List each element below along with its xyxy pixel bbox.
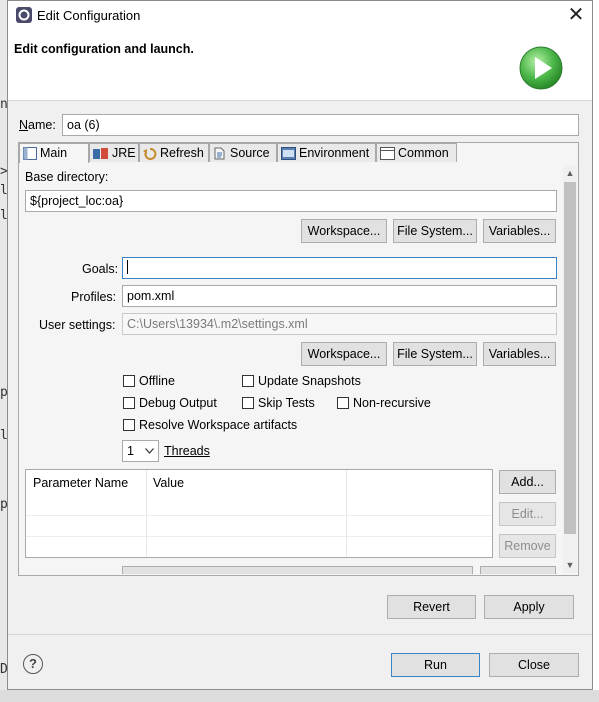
scroll-up-arrow-icon[interactable]: ▲: [563, 166, 577, 180]
common-icon: [380, 147, 395, 160]
threads-label: Threads: [164, 444, 210, 458]
offline-checkbox[interactable]: [123, 375, 135, 387]
threads-value: 1: [127, 444, 134, 458]
apply-button[interactable]: Apply: [484, 595, 574, 619]
main-tab-icon: [23, 147, 37, 160]
resolve-workspace-checkbox[interactable]: [123, 419, 135, 431]
edit-parameter-button[interactable]: Edit...: [499, 502, 556, 526]
help-icon[interactable]: ?: [23, 654, 43, 674]
name-field[interactable]: oa (6): [62, 114, 579, 136]
debug-output-label: Debug Output: [139, 396, 217, 410]
column-divider: [146, 470, 147, 557]
close-icon[interactable]: ✕: [566, 4, 586, 26]
profiles-field[interactable]: pom.xml: [122, 285, 557, 307]
tab-refresh[interactable]: Refresh: [139, 143, 209, 162]
jre-icon: [93, 148, 108, 159]
background-ide-tabs: [0, 690, 599, 702]
tab-jre[interactable]: JRE: [89, 143, 139, 162]
row-divider: [26, 536, 492, 537]
threads-label-text: Threads: [164, 444, 210, 458]
tab-main[interactable]: Main: [19, 143, 89, 163]
column-divider: [346, 470, 347, 557]
tab-common[interactable]: Common: [376, 143, 457, 162]
goals-label: Goals:: [82, 262, 119, 276]
tab-environment[interactable]: Environment: [277, 143, 376, 162]
footer-separator: [8, 634, 592, 635]
run-launch-icon: [519, 46, 563, 90]
column-header-parameter-name[interactable]: Parameter Name: [33, 476, 128, 490]
skip-tests-checkbox[interactable]: [242, 397, 254, 409]
non-recursive-checkbox[interactable]: [337, 397, 349, 409]
goals-field[interactable]: [122, 257, 557, 279]
resolve-workspace-label: Resolve Workspace artifacts: [139, 418, 298, 432]
tab-jre-label: JRE: [112, 146, 136, 160]
base-dir-file-system-button[interactable]: File System...: [393, 219, 477, 243]
refresh-icon: [143, 148, 157, 160]
tab-common-label: Common: [398, 146, 449, 160]
update-snapshots-label: Update Snapshots: [258, 374, 361, 388]
eclipse-app-icon: [16, 7, 32, 23]
text-cursor: [127, 260, 128, 274]
tab-source[interactable]: Source: [209, 143, 277, 162]
tab-environment-label: Environment: [299, 146, 370, 160]
debug-output-checkbox[interactable]: [123, 397, 135, 409]
name-label: Name:: [19, 118, 56, 132]
settings-file-system-button[interactable]: File System...: [393, 342, 477, 366]
tab-refresh-label: Refresh: [160, 146, 204, 160]
base-dir-workspace-button[interactable]: Workspace...: [301, 219, 387, 243]
tab-source-label: Source: [230, 146, 270, 160]
tab-main-label: Main: [40, 146, 68, 160]
skip-tests-label: Skip Tests: [258, 396, 315, 410]
offline-label: Offline: [139, 374, 175, 388]
run-button[interactable]: Run: [391, 653, 480, 677]
banner-title: Edit configuration and launch.: [14, 42, 194, 56]
user-settings-label: User settings:: [39, 318, 116, 332]
window-title: Edit Configuration: [37, 8, 141, 23]
close-button[interactable]: Close: [489, 653, 579, 677]
settings-workspace-button[interactable]: Workspace...: [301, 342, 387, 366]
update-snapshots-checkbox[interactable]: [242, 375, 254, 387]
base-directory-field[interactable]: ${project_loc:oa}: [25, 190, 557, 212]
environment-icon: [281, 147, 296, 160]
chevron-down-icon: [145, 448, 154, 454]
column-header-value[interactable]: Value: [153, 476, 184, 490]
user-settings-field[interactable]: C:\Users\13934\.m2\settings.xml: [122, 313, 557, 335]
clipped-button: [480, 566, 556, 574]
base-directory-label: Base directory:: [25, 170, 109, 184]
clipped-button: [122, 566, 473, 574]
remove-parameter-button[interactable]: Remove: [499, 534, 556, 558]
row-divider: [26, 515, 492, 516]
add-parameter-button[interactable]: Add...: [499, 470, 556, 494]
revert-button[interactable]: Revert: [387, 595, 476, 619]
scrollbar-thumb[interactable]: [564, 182, 576, 534]
settings-variables-button[interactable]: Variables...: [483, 342, 556, 366]
profiles-label: Profiles:: [71, 290, 117, 304]
base-dir-variables-button[interactable]: Variables...: [483, 219, 556, 243]
source-icon: [214, 147, 225, 160]
non-recursive-label: Non-recursive: [353, 396, 431, 410]
threads-select[interactable]: 1: [122, 440, 159, 462]
scroll-down-arrow-icon[interactable]: ▼: [563, 558, 577, 572]
